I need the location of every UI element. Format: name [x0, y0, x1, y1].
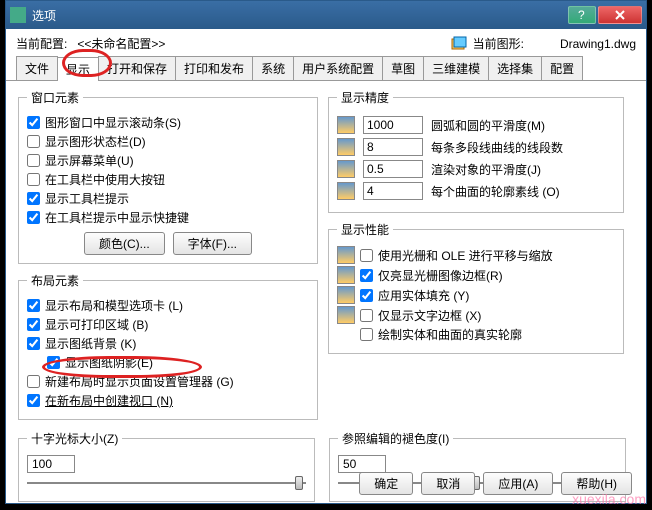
tab-drafting[interactable]: 草图	[382, 56, 424, 80]
help-button-footer[interactable]: 帮助(H)	[561, 472, 632, 495]
tab-open-save[interactable]: 打开和保存	[98, 56, 176, 80]
display-performance-legend: 显示性能	[337, 221, 393, 238]
precision-icon	[337, 116, 355, 134]
close-button[interactable]	[598, 6, 642, 24]
perf-icon	[337, 246, 355, 264]
current-config-value: <<未命名配置>>	[77, 35, 267, 52]
chk-apply-solid-fill[interactable]	[360, 289, 373, 302]
tab-system[interactable]: 系统	[252, 56, 294, 80]
window-title: 选项	[32, 7, 566, 24]
slider-handle[interactable]	[295, 476, 303, 490]
precision-icon	[337, 160, 355, 178]
tab-print-publish[interactable]: 打印和发布	[175, 56, 253, 80]
apply-button[interactable]: 应用(A)	[483, 472, 553, 495]
chk-printable-area[interactable]	[27, 318, 40, 331]
chk-paper-shadow[interactable]	[47, 356, 60, 369]
options-dialog: 选项 ? 当前配置: <<未命名配置>> 当前图形: Drawing1.dwg …	[5, 0, 647, 504]
precision-icon	[337, 138, 355, 156]
tab-3d-modeling[interactable]: 三维建模	[423, 56, 489, 80]
crosshair-value[interactable]: 100	[27, 455, 75, 473]
perf-icon	[337, 266, 355, 284]
arc-smoothness-input[interactable]	[363, 116, 423, 134]
perf-icon	[337, 306, 355, 324]
help-button[interactable]: ?	[568, 6, 596, 24]
fonts-button[interactable]: 字体(F)...	[173, 232, 252, 255]
svg-text:?: ?	[578, 10, 585, 20]
crosshair-slider[interactable]	[27, 473, 306, 493]
dialog-footer: 确定 取消 应用(A) 帮助(H)	[359, 472, 632, 495]
chk-text-frame-only[interactable]	[360, 309, 373, 322]
refedit-value[interactable]: 50	[338, 455, 386, 473]
crosshair-legend: 十字光标大小(Z)	[27, 430, 122, 447]
chk-screen-menu[interactable]	[27, 154, 40, 167]
tab-display[interactable]: 显示	[57, 57, 99, 81]
chk-create-viewport[interactable]	[27, 394, 40, 407]
chk-shortcut-in-tooltip[interactable]	[27, 211, 40, 224]
chk-paper-background[interactable]	[27, 337, 40, 350]
chk-page-setup-manager[interactable]	[27, 375, 40, 388]
current-drawing-value: Drawing1.dwg	[560, 37, 636, 51]
contour-lines-input[interactable]	[363, 182, 423, 200]
colors-button[interactable]: 颜色(C)...	[84, 232, 165, 255]
display-precision-legend: 显示精度	[337, 89, 393, 106]
current-drawing-label: 当前图形:	[473, 35, 524, 52]
chk-scrollbars[interactable]	[27, 116, 40, 129]
precision-icon	[337, 182, 355, 200]
chk-true-silhouettes[interactable]	[360, 328, 373, 341]
display-precision-group: 显示精度 圆弧和圆的平滑度(M) 每条多段线曲线的线段数 渲染对象的平滑度(J)…	[328, 89, 624, 213]
chk-drawing-status[interactable]	[27, 135, 40, 148]
current-config-label: 当前配置:	[16, 35, 67, 52]
tab-selection[interactable]: 选择集	[488, 56, 542, 80]
tab-file[interactable]: 文件	[16, 56, 58, 80]
polyline-segments-input[interactable]	[363, 138, 423, 156]
ok-button[interactable]: 确定	[359, 472, 413, 495]
layout-elements-legend: 布局元素	[27, 272, 83, 289]
config-header: 当前配置: <<未命名配置>> 当前图形: Drawing1.dwg	[6, 29, 646, 56]
layout-elements-group: 布局元素 显示布局和模型选项卡 (L) 显示可打印区域 (B) 显示图纸背景 (…	[18, 272, 318, 420]
window-elements-group: 窗口元素 图形窗口中显示滚动条(S) 显示图形状态栏(D) 显示屏幕菜单(U) …	[18, 89, 318, 264]
tab-user-prefs[interactable]: 用户系统配置	[293, 56, 383, 80]
chk-tooltips[interactable]	[27, 192, 40, 205]
cancel-button[interactable]: 取消	[421, 472, 475, 495]
chk-large-buttons[interactable]	[27, 173, 40, 186]
titlebar: 选项 ?	[6, 1, 646, 29]
tab-profiles[interactable]: 配置	[541, 56, 583, 80]
tab-strip: 文件 显示 打开和保存 打印和发布 系统 用户系统配置 草图 三维建模 选择集 …	[6, 56, 646, 81]
display-performance-group: 显示性能 使用光栅和 OLE 进行平移与缩放 仅亮显光栅图像边框(R) 应用实体…	[328, 221, 624, 354]
app-icon	[10, 7, 26, 23]
drawing-icon	[451, 36, 467, 52]
chk-pan-zoom-raster[interactable]	[360, 249, 373, 262]
window-elements-legend: 窗口元素	[27, 89, 83, 106]
refedit-legend: 参照编辑的褪色度(I)	[338, 430, 453, 447]
crosshair-group: 十字光标大小(Z) 100	[18, 430, 315, 502]
chk-highlight-raster-frame[interactable]	[360, 269, 373, 282]
chk-layout-tabs[interactable]	[27, 299, 40, 312]
render-smoothness-input[interactable]	[363, 160, 423, 178]
perf-icon	[337, 286, 355, 304]
